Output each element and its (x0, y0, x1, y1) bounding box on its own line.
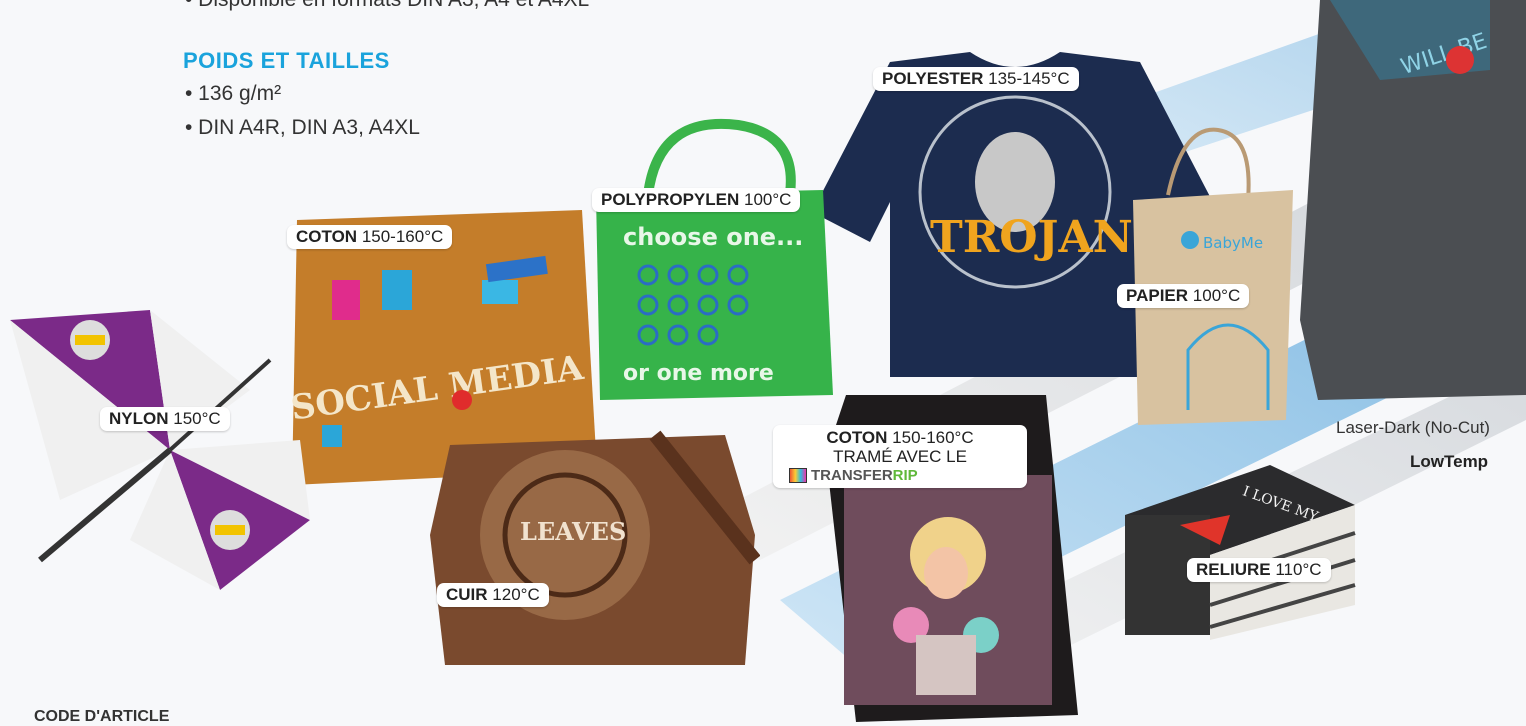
label-reliure: RELIURE 110°C (1187, 558, 1331, 582)
label-coton: COTON 150-160°C (287, 225, 453, 249)
green-bag-bottom-text: or one more (623, 361, 774, 386)
label-papier: PAPIER 100°C (1117, 284, 1250, 308)
gray-tshirt-image: WILL BE (1300, 0, 1526, 400)
cuir-leather-bag-image: LEAVES (430, 430, 760, 665)
label-polyester: POLYESTER 135-145°C (873, 67, 1079, 91)
label-coton-trame: COTON 150-160°C TRAMÉ AVEC LE TRANSFERRI… (773, 425, 1027, 488)
article-code-label: CODE D'ARTICLE (34, 708, 170, 725)
messenger-text: LEAVES (520, 517, 626, 546)
spec-weight: • 136 g/m² (185, 82, 282, 105)
spec-sizes: • DIN A4R, DIN A3, A4XL (185, 116, 420, 139)
transferrip-logo: TRANSFERRIP (811, 467, 918, 484)
papier-paper-bag-image: BabyMe (1133, 127, 1293, 425)
paper-bag-brand: BabyMe (1203, 234, 1263, 252)
product-variant: LowTemp (1410, 452, 1489, 471)
transferrip-logo-icon (789, 468, 807, 483)
polypropylen-green-bag-image: choose one... or one more (596, 118, 833, 400)
formats-line: • Disponible en formats DIN A3, A4 et A4… (185, 0, 589, 12)
product-name: Laser-Dark (No-Cut) (1336, 418, 1490, 437)
label-cuir: CUIR 120°C (437, 583, 549, 607)
label-polypropylen: POLYPROPYLEN 100°C (592, 188, 801, 212)
reliure-books-image: I LOVE MY (1125, 465, 1356, 640)
section-title: POIDS ET TAILLES (183, 48, 390, 73)
nylon-umbrella-image (10, 310, 310, 590)
green-bag-top-text: choose one... (623, 223, 803, 251)
label-nylon: NYLON 150°C (100, 407, 230, 431)
